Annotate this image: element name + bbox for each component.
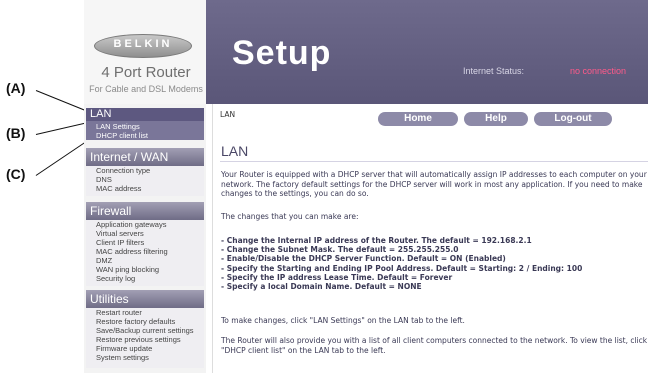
callout-c: (C) [6,166,26,182]
sidebar-item-mac-address-filtering[interactable]: MAC address filtering [86,247,204,256]
nav-section-internet-wan: Internet / WAN Connection type DNS MAC a… [86,148,204,196]
internet-status-value: no connection [570,66,627,76]
page-header-title: Setup [232,34,332,72]
changes-list: - Change the Internal IP address of the … [221,236,648,291]
list-item: - Change the Subnet Mask. The default = … [221,245,459,255]
sidebar-item-restore-previous-settings[interactable]: Restore previous settings [86,335,204,344]
help-button[interactable]: Help [464,112,528,126]
title-divider [220,161,648,162]
sidebar-item-virtual-servers[interactable]: Virtual servers [86,229,204,238]
callout-b: (B) [6,125,26,141]
sidebar-item-save-backup-settings[interactable]: Save/Backup current settings [86,326,204,335]
sidebar-item-dhcp-client-list[interactable]: DHCP client list [86,131,204,140]
nav-head-internet-wan[interactable]: Internet / WAN [86,148,204,166]
sidebar-item-application-gateways[interactable]: Application gateways [86,220,204,229]
sidebar-item-mac-address[interactable]: MAC address [86,184,204,193]
client-list-text: The Router will also provide you with a … [221,336,648,355]
nav-head-firewall[interactable]: Firewall [86,202,204,220]
list-item: - Enable/Disable the DHCP Server Functio… [221,254,506,264]
make-changes-text: To make changes, click "LAN Settings" on… [221,316,465,325]
sidebar-item-restart-router[interactable]: Restart router [86,308,204,317]
sidebar-item-lan-settings[interactable]: LAN Settings [86,122,204,131]
sidebar-item-security-log[interactable]: Security log [86,274,204,283]
top-nav-buttons: Home Help Log-out [378,112,612,126]
sidebar-item-dns[interactable]: DNS [86,175,204,184]
home-button[interactable]: Home [378,112,458,126]
nav-head-lan[interactable]: LAN [86,108,204,121]
list-item: - Specify the Starting and Ending IP Poo… [221,263,583,273]
changes-intro: The changes that you can make are: [221,212,359,221]
sidebar-item-client-ip-filters[interactable]: Client IP filters [86,238,204,247]
nav-head-utilities[interactable]: Utilities [86,290,204,308]
nav-section-utilities: Utilities Restart router Restore factory… [86,290,204,368]
sidebar-item-restore-factory-defaults[interactable]: Restore factory defaults [86,317,204,326]
nav-lan-items: LAN Settings DHCP client list [86,121,204,140]
product-name: 4 Port Router [101,64,191,81]
logout-button[interactable]: Log-out [534,112,612,126]
list-item: - Specify the IP address Lease Time. Def… [221,272,453,282]
list-item: - Specify a local Domain Name. Default =… [221,282,422,292]
sidebar-item-system-settings[interactable]: System settings [86,353,204,362]
nav-section-lan: LAN LAN Settings DHCP client list [86,108,204,140]
product-subtitle: For Cable and DSL Modems [89,84,203,94]
sidebar-item-wan-ping-blocking[interactable]: WAN ping blocking [86,265,204,274]
list-item: - Change the Internal IP address of the … [221,236,532,245]
callout-line-a [35,90,89,113]
callout-a: (A) [6,80,26,96]
sidebar-item-dmz[interactable]: DMZ [86,256,204,265]
belkin-logo-text: BELKIN [113,38,173,50]
sidebar-item-connection-type[interactable]: Connection type [86,166,204,175]
sidebar-item-firmware-update[interactable]: Firmware update [86,344,204,353]
breadcrumb: LAN [220,110,236,119]
intro-text: Your Router is equipped with a DHCP serv… [221,170,647,198]
nav-section-firewall: Firewall Application gateways Virtual se… [86,202,204,286]
internet-status-label: Internet Status: [463,66,525,76]
page-title: LAN [221,143,249,159]
